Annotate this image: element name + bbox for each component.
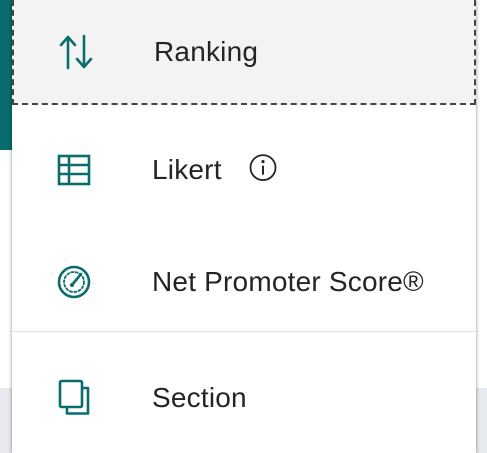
likert-grid-icon xyxy=(52,148,96,192)
menu-item-net-promoter-score[interactable]: Net Promoter Score® xyxy=(12,232,476,332)
info-icon[interactable] xyxy=(248,153,278,183)
menu-item-label: Section xyxy=(152,382,247,413)
section-pages-icon xyxy=(52,376,96,420)
menu-item-section[interactable]: Section xyxy=(12,348,476,448)
menu-item-likert[interactable]: Likert xyxy=(12,120,476,220)
ranking-arrows-icon xyxy=(54,30,98,74)
menu-divider xyxy=(12,331,476,332)
background-accent-bar xyxy=(0,0,12,150)
question-type-menu: Ranking Likert Net Promoter Score® Secti… xyxy=(12,0,476,453)
gauge-icon xyxy=(52,260,96,304)
menu-item-ranking[interactable]: Ranking xyxy=(12,0,476,105)
menu-item-label: Net Promoter Score® xyxy=(152,266,424,297)
menu-item-label: Likert xyxy=(152,154,222,185)
menu-item-label: Ranking xyxy=(154,35,259,67)
